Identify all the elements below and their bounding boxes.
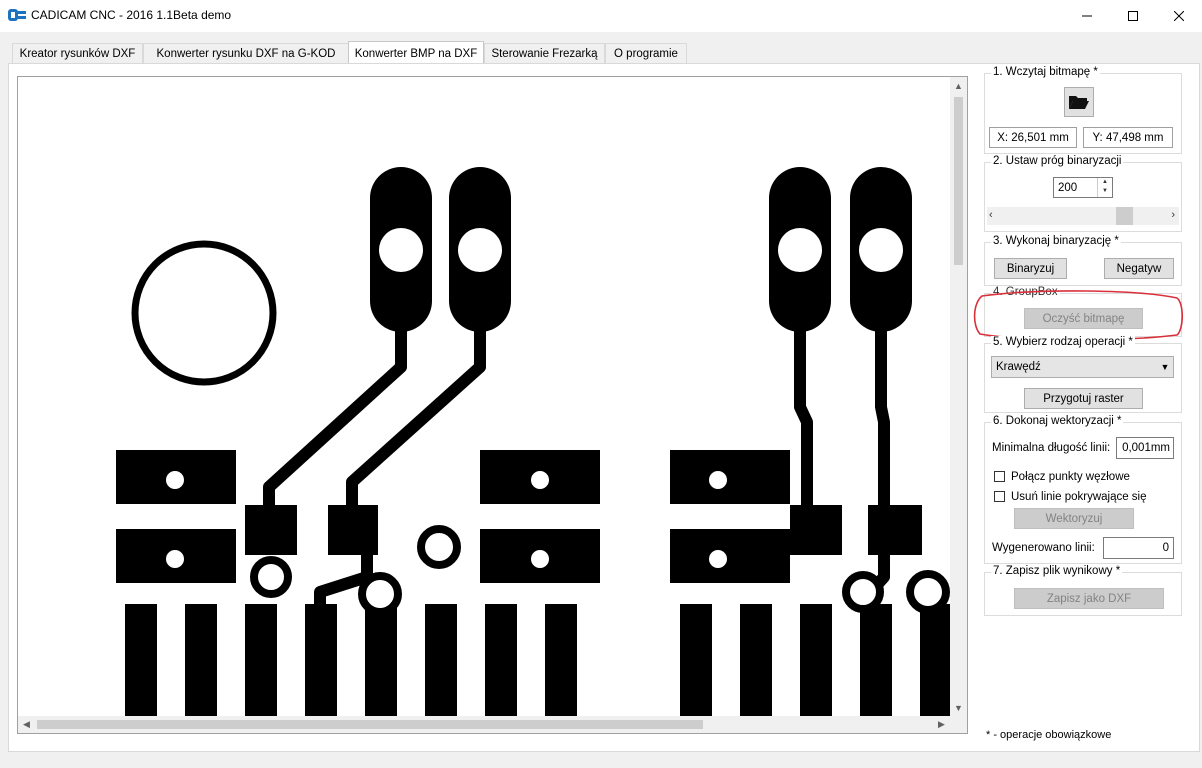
operation-select-value: Krawędź: [996, 361, 1041, 373]
save-dxf-button[interactable]: Zapisz jako DXF: [1014, 588, 1164, 609]
close-icon: [1174, 11, 1184, 21]
group-operation: 5. Wybierz rodzaj operacji * Krawędź ▼ P…: [984, 336, 1182, 413]
group-operation-title: 5. Wybierz rodzaj operacji *: [991, 336, 1135, 348]
threshold-spinbox[interactable]: 200 ▲ ▼: [1053, 177, 1113, 198]
prepare-raster-button[interactable]: Przygotuj raster: [1024, 388, 1143, 409]
vertical-scrollbar[interactable]: ▲ ▼: [950, 77, 967, 716]
remove-overlap-label: Usuń linie pokrywające się: [1011, 491, 1147, 503]
maximize-icon: [1128, 11, 1138, 21]
group-vectorize-title: 6. Dokonaj wektoryzacji *: [991, 415, 1124, 427]
tab-dxf-creator[interactable]: Kreator rysunków DXF: [12, 43, 143, 64]
tab-dxf-to-gcode[interactable]: Konwerter rysunku DXF na G-KOD: [143, 43, 349, 64]
tab-about[interactable]: O programie: [605, 43, 687, 64]
vertical-scroll-thumb[interactable]: [954, 97, 963, 265]
group-vectorize: 6. Dokonaj wektoryzacji * Minimalna dług…: [984, 415, 1182, 564]
title-bar: CADICAM CNC - 2016 1.1Beta demo: [0, 0, 1202, 32]
threshold-value: 200: [1058, 181, 1078, 194]
group-save: 7. Zapisz plik wynikowy * Zapisz jako DX…: [984, 565, 1182, 616]
coord-x-display: X: 26,501 mm: [989, 127, 1077, 148]
red-annotation-ellipse: [973, 290, 1184, 341]
close-button[interactable]: [1156, 0, 1202, 32]
bitmap-viewport[interactable]: ▲ ▼ ◀ ▶: [17, 76, 968, 734]
negative-button[interactable]: Negatyw: [1104, 258, 1174, 279]
group-threshold-title: 2. Ustaw próg binaryzacji: [991, 155, 1124, 167]
group-load-bitmap: 1. Wczytaj bitmapę * X: 26,501 mm Y: 47,…: [984, 66, 1182, 154]
maximize-button[interactable]: [1110, 0, 1156, 32]
folder-open-icon: [1069, 96, 1089, 109]
threshold-slider-thumb[interactable]: [1116, 207, 1133, 225]
tab-strip: Kreator rysunków DXF Konwerter rysunku D…: [0, 32, 1202, 65]
min-length-input[interactable]: 0,001mm: [1116, 437, 1174, 459]
scroll-up-icon[interactable]: ▲: [950, 77, 967, 94]
group-load-bitmap-title: 1. Wczytaj bitmapę *: [991, 66, 1100, 78]
window-title: CADICAM CNC - 2016 1.1Beta demo: [31, 8, 232, 22]
horizontal-scrollbar[interactable]: ◀ ▶: [18, 716, 950, 733]
minimize-button[interactable]: [1064, 0, 1110, 32]
horizontal-scroll-thumb[interactable]: [37, 720, 703, 729]
pcb-bitmap: [116, 167, 950, 716]
group-binarize: 3. Wykonaj binaryzację * Binaryzuj Negat…: [984, 235, 1182, 286]
scroll-right-icon[interactable]: ▶: [933, 716, 950, 733]
remove-overlap-checkbox[interactable]: [994, 491, 1005, 502]
threshold-slider[interactable]: ‹ ›: [987, 207, 1179, 225]
mandatory-footnote: * - operacje obowiązkowe: [986, 729, 1112, 741]
join-nodes-checkbox[interactable]: [994, 471, 1005, 482]
scroll-down-icon[interactable]: ▼: [950, 699, 967, 716]
binarize-button[interactable]: Binaryzuj: [994, 258, 1067, 279]
join-nodes-label: Połącz punkty węzłowe: [1011, 471, 1130, 483]
generated-lines-label: Wygenerowano linii:: [992, 542, 1095, 554]
group-binarize-title: 3. Wykonaj binaryzację *: [991, 235, 1121, 247]
slider-left-icon[interactable]: ‹: [989, 209, 993, 221]
spin-up-icon[interactable]: ▲: [1098, 178, 1112, 187]
group-save-title: 7. Zapisz plik wynikowy *: [991, 565, 1123, 577]
open-bitmap-button[interactable]: [1064, 87, 1094, 117]
tab-bmp-to-dxf[interactable]: Konwerter BMP na DXF: [348, 41, 484, 65]
generated-lines-display: 0: [1103, 537, 1174, 559]
spin-down-icon[interactable]: ▼: [1098, 187, 1112, 196]
scroll-left-icon[interactable]: ◀: [18, 716, 35, 733]
coord-y-display: Y: 47,498 mm: [1083, 127, 1173, 148]
vectorize-button[interactable]: Wektoryzuj: [1014, 508, 1134, 529]
scroll-corner: [950, 716, 967, 733]
app-logo-icon: [8, 9, 26, 21]
operation-select[interactable]: Krawędź ▼: [991, 356, 1174, 378]
minimize-icon: [1082, 15, 1092, 17]
tab-machine-control[interactable]: Sterowanie Frezarką: [484, 43, 605, 64]
group-threshold: 2. Ustaw próg binaryzacji 200 ▲ ▼ ‹ ›: [984, 155, 1182, 232]
slider-right-icon[interactable]: ›: [1171, 209, 1175, 221]
min-length-label: Minimalna długość linii:: [992, 442, 1111, 454]
chevron-down-icon: ▼: [1160, 362, 1170, 372]
